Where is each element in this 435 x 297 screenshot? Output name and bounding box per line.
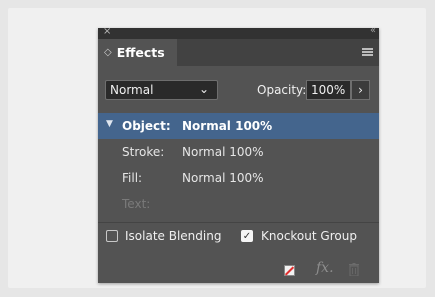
effects-target-list: ▼ Object: Normal 100% Stroke: Normal 100… (98, 113, 379, 217)
blend-mode-select[interactable]: Normal ⌄ (105, 80, 218, 100)
tab-expand-icon: ◇ (104, 47, 112, 58)
blend-mode-value: Normal (110, 83, 154, 97)
chevron-down-icon: ⌄ (198, 82, 209, 96)
window-background: × ‹‹ ◇ Effects Normal ⌄ Opacity: 100% › … (8, 8, 426, 288)
knockout-group-checkbox[interactable]: ✓ (241, 230, 253, 242)
fx-icon[interactable]: fx. (316, 260, 334, 276)
trash-icon[interactable] (349, 263, 359, 276)
item-label: Stroke: (122, 145, 165, 159)
item-label: Text: (122, 197, 151, 211)
isolate-blending-label[interactable]: Isolate Blending (125, 229, 221, 243)
tab-effects[interactable]: ◇ Effects (98, 39, 177, 66)
opacity-label: Opacity: (257, 83, 307, 97)
opacity-input[interactable]: 100% (306, 80, 351, 100)
item-value: Normal 100% (182, 145, 264, 159)
collapse-icon[interactable]: ‹‹ (370, 25, 376, 36)
clear-effects-icon[interactable] (284, 265, 295, 276)
knockout-group-label[interactable]: Knockout Group (261, 229, 357, 243)
close-icon[interactable]: × (103, 26, 111, 37)
opacity-slider-button[interactable]: › (351, 80, 370, 100)
effects-panel: × ‹‹ ◇ Effects Normal ⌄ Opacity: 100% › … (98, 25, 379, 283)
list-item-object[interactable]: ▼ Object: Normal 100% (98, 113, 379, 139)
isolate-blending-checkbox[interactable] (106, 230, 118, 242)
divider (98, 222, 379, 223)
tab-label: Effects (116, 45, 165, 60)
item-label: Object: (122, 119, 171, 133)
item-value: Normal 100% (182, 171, 264, 185)
panel-menu-icon[interactable] (362, 48, 373, 56)
list-item-text: Text: (98, 191, 379, 217)
item-label: Fill: (122, 171, 143, 185)
panel-tab-row: ◇ Effects (98, 39, 379, 66)
list-item-stroke[interactable]: Stroke: Normal 100% (98, 139, 379, 165)
panel-footer: fx. (98, 255, 379, 283)
panel-title-bar: × ‹‹ (98, 25, 379, 39)
item-value: Normal 100% (182, 119, 273, 133)
list-item-fill[interactable]: Fill: Normal 100% (98, 165, 379, 191)
group-options: Isolate Blending ✓ Knockout Group (98, 226, 379, 250)
chevron-down-icon[interactable]: ▼ (106, 119, 113, 129)
blend-controls: Normal ⌄ Opacity: 100% › (98, 76, 379, 102)
